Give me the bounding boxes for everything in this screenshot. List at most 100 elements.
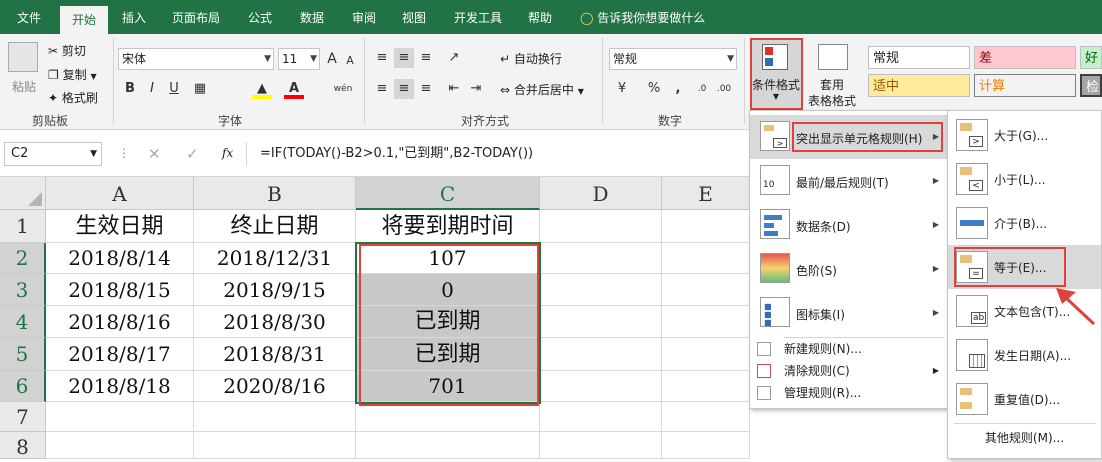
- column-header-c[interactable]: C: [356, 177, 540, 210]
- paste-icon[interactable]: [8, 42, 38, 72]
- style-neutral[interactable]: 适中: [868, 74, 970, 97]
- cell-e2[interactable]: [662, 243, 750, 274]
- cell-a4[interactable]: 2018/8/16: [46, 306, 194, 338]
- cell-d8[interactable]: [540, 432, 662, 459]
- row-header-8[interactable]: 8: [0, 432, 46, 459]
- select-all-corner[interactable]: [0, 177, 46, 210]
- align-left-icon[interactable]: ≡: [372, 79, 392, 99]
- cell-e1[interactable]: [662, 210, 750, 243]
- cell-a5[interactable]: 2018/8/17: [46, 338, 194, 371]
- menu-item-data-bars[interactable]: 数据条(D) ▶: [750, 203, 947, 247]
- style-good[interactable]: 好: [1080, 46, 1102, 69]
- column-header-a[interactable]: A: [46, 177, 194, 210]
- enter-icon[interactable]: ✓: [186, 145, 199, 163]
- tab-insert[interactable]: 插入: [114, 0, 154, 34]
- menu-item-icon-sets[interactable]: ■ ■ ■ 图标集(I) ▶: [750, 291, 947, 335]
- font-name-select[interactable]: 宋体 ▼: [118, 48, 274, 70]
- cell-e3[interactable]: [662, 274, 750, 306]
- decrease-font-button[interactable]: A: [340, 51, 360, 71]
- cell-b1[interactable]: 终止日期: [194, 210, 356, 243]
- fill-color-icon[interactable]: ▲: [252, 79, 272, 99]
- cell-b2[interactable]: 2018/12/31: [194, 243, 356, 274]
- cell-e4[interactable]: [662, 306, 750, 338]
- align-bottom-icon[interactable]: ≡: [416, 48, 436, 68]
- column-header-e[interactable]: E: [662, 177, 750, 210]
- cell-a3[interactable]: 2018/8/15: [46, 274, 194, 306]
- tab-home[interactable]: 开始: [60, 6, 108, 34]
- cell-b4[interactable]: 2018/8/30: [194, 306, 356, 338]
- row-header-2[interactable]: 2: [0, 243, 46, 274]
- submenu-item-duplicate-values[interactable]: 重复值(D)...: [948, 377, 1101, 421]
- align-top-icon[interactable]: ≡: [372, 48, 392, 68]
- indent-icon[interactable]: ⇤: [444, 79, 464, 99]
- row-header-1[interactable]: 1: [0, 210, 46, 243]
- cell-d1[interactable]: [540, 210, 662, 243]
- cell-b7[interactable]: [194, 402, 356, 432]
- decrease-decimal-icon[interactable]: .00: [714, 79, 734, 99]
- cell-a2[interactable]: 2018/8/14: [46, 243, 194, 274]
- table-format-icon[interactable]: [818, 44, 848, 70]
- row-header-7[interactable]: 7: [0, 402, 46, 432]
- border-icon[interactable]: ▦: [190, 79, 210, 99]
- menu-item-top-bottom-rules[interactable]: 10 最前/最后规则(T) ▶: [750, 159, 947, 203]
- tell-me-search[interactable]: ◯ 告诉我你想要做什么: [580, 0, 705, 34]
- cell-d4[interactable]: [540, 306, 662, 338]
- cell-e8[interactable]: [662, 432, 750, 459]
- menu-item-color-scales[interactable]: 色阶(S) ▶: [750, 247, 947, 291]
- insert-function-button[interactable]: fx: [222, 146, 233, 160]
- column-header-b[interactable]: B: [194, 177, 356, 210]
- row-header-3[interactable]: 3: [0, 274, 46, 306]
- format-painter-button[interactable]: ✦ 格式刷: [48, 89, 98, 106]
- cut-button[interactable]: ✂ 剪切: [48, 42, 86, 59]
- outdent-icon[interactable]: ⇥: [466, 79, 486, 99]
- cell-c8[interactable]: [356, 432, 540, 459]
- cell-e5[interactable]: [662, 338, 750, 371]
- currency-icon[interactable]: ¥: [612, 79, 632, 99]
- number-format-select[interactable]: 常规 ▼: [609, 48, 737, 70]
- phonetic-button[interactable]: wén: [330, 79, 356, 99]
- format-as-table-label-2[interactable]: 表格格式: [808, 92, 856, 109]
- style-normal[interactable]: 常规: [868, 46, 970, 69]
- cell-b5[interactable]: 2018/8/31: [194, 338, 356, 371]
- comma-button[interactable]: ,: [668, 79, 688, 99]
- font-size-select[interactable]: 11 ▼: [278, 48, 320, 70]
- menu-item-manage-rules[interactable]: 管理规则(R)...: [750, 382, 947, 404]
- name-box[interactable]: C2 ▼: [4, 142, 102, 166]
- submenu-item-between[interactable]: 介于(B)...: [948, 201, 1101, 245]
- formula-input[interactable]: =IF(TODAY()-B2>0.1,"已到期",B2-TODAY()): [254, 142, 794, 166]
- tab-data[interactable]: 数据: [292, 0, 332, 34]
- paste-button[interactable]: 粘贴: [12, 78, 36, 95]
- row-header-5[interactable]: 5: [0, 338, 46, 371]
- worksheet-grid[interactable]: A B C D E 1 2 3 4 5 6 7 8 生效日期 终止日期 将要到期…: [0, 177, 750, 459]
- menu-item-clear-rules[interactable]: 清除规则(C) ▶: [750, 360, 947, 382]
- cell-a7[interactable]: [46, 402, 194, 432]
- tab-page-layout[interactable]: 页面布局: [164, 0, 228, 34]
- cell-c7[interactable]: [356, 402, 540, 432]
- style-calculation[interactable]: 计算: [974, 74, 1076, 97]
- cell-b8[interactable]: [194, 432, 356, 459]
- submenu-item-more-rules[interactable]: 其他规则(M)...: [948, 427, 1101, 449]
- merge-center-button[interactable]: ⇔ 合并后居中 ▼: [500, 81, 584, 98]
- tab-file[interactable]: 文件: [8, 0, 50, 34]
- underline-button[interactable]: U: [164, 79, 184, 99]
- percent-button[interactable]: %: [644, 79, 664, 99]
- row-header-6[interactable]: 6: [0, 371, 46, 402]
- style-bad[interactable]: 差: [974, 46, 1076, 69]
- font-color-icon[interactable]: A: [284, 79, 304, 99]
- cell-b3[interactable]: 2018/9/15: [194, 274, 356, 306]
- increase-font-button[interactable]: A: [322, 49, 342, 69]
- cell-e6[interactable]: [662, 371, 750, 402]
- align-right-icon[interactable]: ≡: [416, 79, 436, 99]
- cell-e7[interactable]: [662, 402, 750, 432]
- tab-review[interactable]: 审阅: [344, 0, 384, 34]
- increase-decimal-icon[interactable]: .0: [692, 79, 712, 99]
- submenu-item-greater-than[interactable]: > 大于(G)...: [948, 113, 1101, 157]
- italic-button[interactable]: I: [142, 79, 162, 99]
- align-center-icon[interactable]: ≡: [394, 79, 414, 99]
- tab-view[interactable]: 视图: [394, 0, 434, 34]
- cell-d2[interactable]: [540, 243, 662, 274]
- cell-d3[interactable]: [540, 274, 662, 306]
- copy-button[interactable]: ❐ 复制 ▼: [48, 66, 97, 83]
- cell-c1[interactable]: 将要到期时间: [356, 210, 540, 243]
- menu-item-new-rule[interactable]: 新建规则(N)...: [750, 338, 947, 360]
